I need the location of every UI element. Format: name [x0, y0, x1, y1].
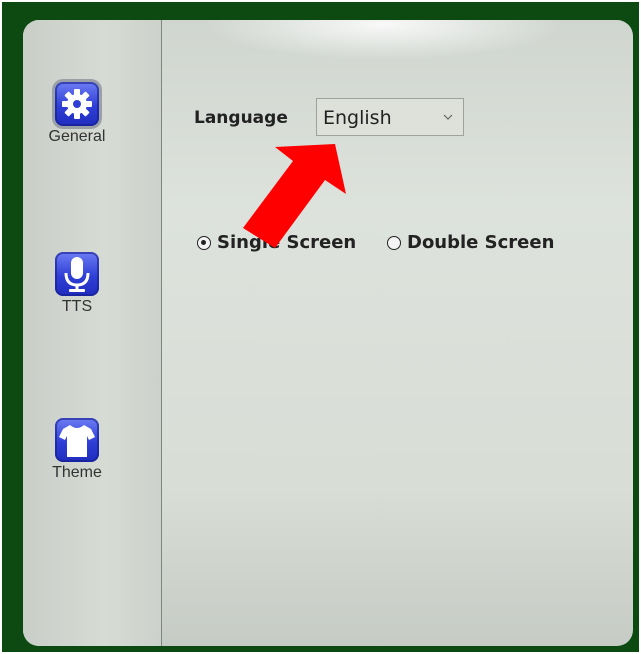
sidebar-item-label: TTS [61, 298, 93, 315]
sidebar-item-general[interactable]: General [23, 82, 161, 187]
microphone-icon [55, 252, 99, 296]
gear-icon [55, 82, 99, 126]
single-screen-radio[interactable]: Single Screen [197, 231, 377, 255]
sidebar-item-theme[interactable]: Theme [23, 418, 161, 523]
radio-circle-unchecked [387, 236, 401, 250]
language-select[interactable]: English [316, 98, 464, 136]
sidebar: General TTS Theme [23, 20, 161, 646]
radio-circle-checked [197, 236, 211, 250]
double-screen-radio[interactable]: Double Screen [387, 231, 577, 255]
window-frame: General TTS Theme Language English Singl… [0, 0, 641, 654]
tshirt-icon [55, 418, 99, 462]
language-select-value: English [323, 107, 392, 129]
sidebar-item-tts[interactable]: TTS [23, 252, 161, 357]
language-label: Language [194, 108, 288, 128]
chevron-down-icon [443, 114, 453, 120]
sidebar-item-label: Theme [52, 464, 102, 481]
radio-label: Double Screen [407, 232, 555, 253]
sidebar-item-label: General [48, 128, 106, 145]
radio-label: Single Screen [217, 232, 357, 253]
sidebar-divider [161, 20, 162, 646]
top-glow [203, 20, 563, 60]
settings-window: General TTS Theme Language English Singl… [23, 20, 633, 646]
